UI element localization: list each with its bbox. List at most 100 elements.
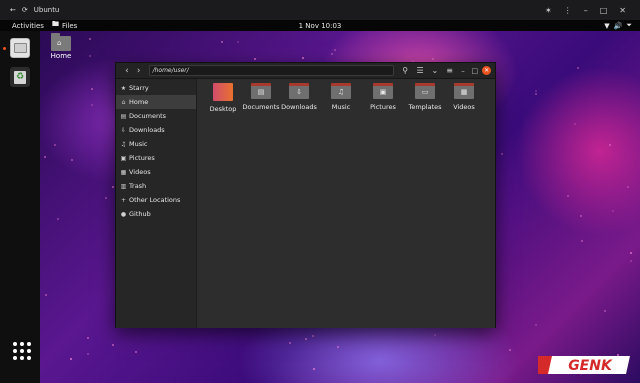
back-button[interactable]: ‹ [121, 65, 133, 77]
wallpaper-speck [69, 357, 72, 360]
clock[interactable]: 1 Nov 10:03 [0, 22, 640, 30]
wallpaper-speck [111, 185, 114, 188]
folder-label: Templates [408, 103, 442, 111]
sidebar-item-label: Starry [129, 84, 149, 92]
sidebar-item-documents[interactable]: ▤ Documents [116, 109, 196, 123]
sidebar-item-home[interactable]: ⌂ Home [116, 95, 196, 109]
sidebar-item-videos[interactable]: ▦ Videos [116, 165, 196, 179]
places-sidebar: ★ Starry ⌂ Home ▤ Documents ⇩ Downloads ♫ Music ▣ P… [116, 79, 197, 328]
search-icon[interactable]: ⚲ [399, 65, 411, 77]
github-icon: ● [120, 210, 127, 218]
wallpaper-speck [89, 54, 92, 57]
wallpaper-speck [86, 336, 89, 339]
forward-button[interactable]: › [133, 65, 145, 77]
wallpaper-speck [288, 342, 291, 345]
folder-view: Desktop ▤ Documents ⇩ Downloads ♫ Music ▣ Pictur… [197, 79, 495, 328]
desktop-folder-icon [213, 83, 233, 101]
wallpaper-speck [611, 210, 614, 213]
system-tray[interactable]: ▼ 🔊 ⏷ [604, 21, 640, 30]
activities-button[interactable]: Activities [0, 22, 44, 30]
wallpaper-speck [630, 260, 633, 263]
files-header-bar: ‹ › /home/user/ ⚲ ☰ ⌄ ≡ – □ ✕ [116, 63, 495, 79]
wallpaper-speck [603, 310, 606, 313]
list-view-icon[interactable]: ☰ [414, 65, 426, 77]
hamburger-menu-icon[interactable]: ≡ [444, 65, 456, 77]
close-icon[interactable]: ✕ [619, 6, 626, 15]
desktop-home-label: Home [50, 52, 72, 60]
wallpaper-speck [334, 49, 337, 52]
wallpaper-speck [535, 89, 537, 92]
wallpaper-speck [566, 194, 569, 197]
folder-music[interactable]: ♫ Music [319, 83, 363, 111]
arrow-left-icon[interactable]: ← [10, 6, 16, 14]
wallpaper-speck [500, 153, 503, 156]
folder-downloads[interactable]: ⇩ Downloads [277, 83, 321, 111]
wallpaper-speck [57, 217, 60, 220]
folder-templates[interactable]: ▭ Templates [403, 83, 447, 111]
sidebar-item-other-locations[interactable]: + Other Locations [116, 193, 196, 207]
sidebar-item-label: Github [129, 210, 151, 218]
music-icon: ♫ [120, 140, 127, 148]
sidebar-item-label: Music [129, 140, 148, 148]
sidebar-item-label: Other Locations [129, 196, 181, 204]
window-close-button[interactable]: ✕ [482, 66, 492, 75]
documents-folder-icon: ▤ [251, 83, 271, 99]
wallpaper-speck [221, 41, 224, 44]
folder-pictures[interactable]: ▣ Pictures [361, 83, 405, 111]
reload-icon[interactable]: ⟳ [22, 6, 28, 14]
sidebar-item-starry[interactable]: ★ Starry [116, 81, 196, 95]
location-bar[interactable]: /home/user/ [148, 65, 395, 76]
templates-folder-icon: ▭ [415, 83, 435, 99]
document-icon: ▤ [120, 112, 127, 120]
maximize-icon[interactable]: □ [600, 6, 608, 15]
music-folder-icon: ♫ [331, 83, 351, 99]
picture-icon: ▣ [120, 154, 127, 162]
chevron-down-icon[interactable]: ⌄ [429, 65, 441, 77]
home-icon: ⌂ [121, 98, 126, 106]
sidebar-item-label: Videos [129, 168, 151, 176]
app-menu[interactable]: 🖿 Files [52, 20, 77, 31]
folder-videos[interactable]: ▦ Videos [442, 83, 486, 111]
sidebar-item-music[interactable]: ♫ Music [116, 137, 196, 151]
genk-watermark: GENK [538, 356, 630, 374]
trash-icon: ▥ [120, 182, 127, 190]
dock-files-app[interactable] [10, 38, 30, 58]
videos-folder-icon: ▦ [454, 83, 474, 99]
show-applications-button[interactable] [13, 342, 31, 360]
wallpaper-speck [304, 338, 307, 341]
network-icon: ▼ [604, 21, 610, 30]
plus-icon: + [120, 196, 127, 204]
wallpaper-speck [302, 57, 305, 60]
wallpaper-speck [237, 40, 240, 43]
minimize-icon[interactable]: – [584, 6, 588, 15]
host-title-bar: ← ⟳ Ubuntu ✶ ⋮ – □ ✕ [0, 0, 640, 20]
sidebar-item-trash[interactable]: ▥ Trash [116, 179, 196, 193]
folder-label: Music [331, 103, 351, 111]
wallpaper-speck [609, 144, 612, 147]
power-icon: ⏷ [626, 21, 632, 29]
folder-label: Pictures [370, 103, 396, 111]
wallpaper-speck [574, 123, 577, 126]
dock-trash[interactable]: ♻ [10, 67, 30, 87]
dock: ♻ [0, 31, 40, 383]
wallpaper-speck [627, 186, 630, 189]
running-indicator [3, 47, 6, 50]
wallpaper-speck [433, 333, 436, 336]
sidebar-item-label: Trash [129, 182, 147, 190]
wallpaper-speck [254, 57, 257, 60]
files-icon [13, 43, 27, 53]
files-window: ‹ › /home/user/ ⚲ ☰ ⌄ ≡ – □ ✕ ★ Starry ⌂ Ho… [115, 62, 496, 328]
window-maximize-button[interactable]: □ [470, 66, 479, 75]
more-vertical-icon[interactable]: ⋮ [564, 6, 572, 15]
desktop-home-icon[interactable]: ⌂ Home [49, 33, 73, 60]
sidebar-item-github[interactable]: ● Github [116, 207, 196, 221]
screen: ← ⟳ Ubuntu ✶ ⋮ – □ ✕ Activities 🖿 Files … [0, 0, 640, 383]
wallpaper-speck [576, 67, 579, 70]
sidebar-item-pictures[interactable]: ▣ Pictures [116, 151, 196, 165]
sidebar-item-label: Home [129, 98, 149, 106]
pin-icon[interactable]: ✶ [545, 6, 552, 15]
sidebar-item-downloads[interactable]: ⇩ Downloads [116, 123, 196, 137]
pictures-folder-icon: ▣ [373, 83, 393, 99]
window-minimize-button[interactable]: – [459, 66, 468, 75]
recycle-icon: ♻ [14, 70, 26, 84]
